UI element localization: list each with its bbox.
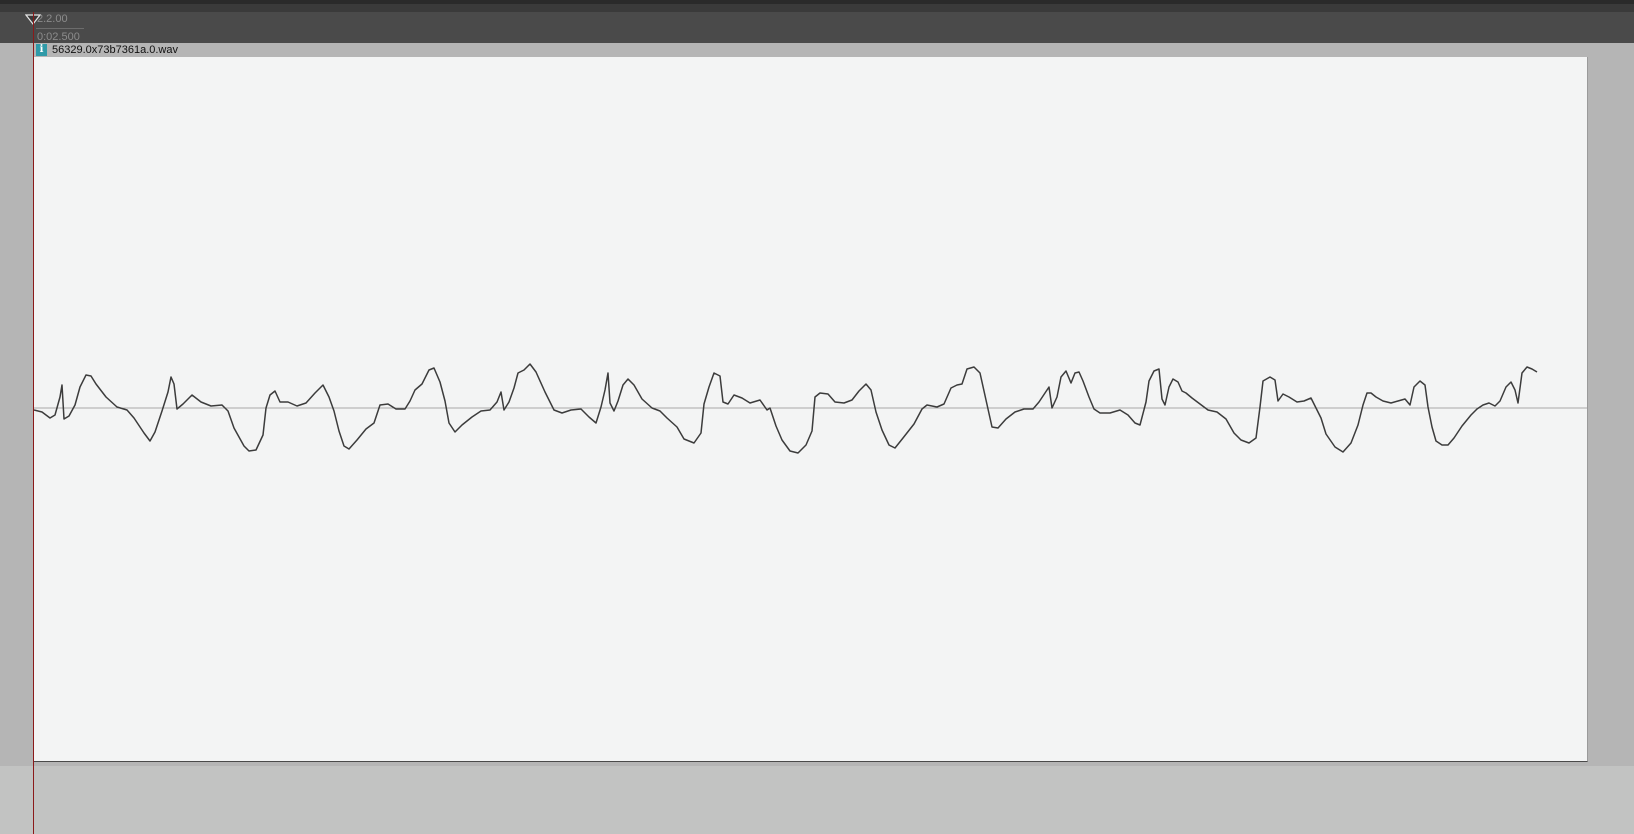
audio-waveform: [34, 363, 1587, 454]
timeline-ruler[interactable]: 2.2.00 0:02.500: [0, 12, 1634, 43]
ruler-beat-label: 2.2.00: [37, 13, 68, 25]
playhead-line[interactable]: [33, 12, 34, 834]
track-lane[interactable]: i 56329.0x73b7361a.0.wav: [0, 43, 1634, 766]
ruler-time-label: 0:02.500: [37, 31, 80, 43]
media-item-name: 56329.0x73b7361a.0.wav: [52, 44, 178, 56]
toolbar-area: [0, 4, 1634, 12]
info-icon[interactable]: i: [36, 44, 47, 56]
media-item[interactable]: [34, 57, 1588, 762]
media-item-header[interactable]: i 56329.0x73b7361a.0.wav: [34, 43, 1587, 57]
ruler-separator: [36, 28, 84, 29]
empty-track-area[interactable]: [0, 766, 1634, 834]
